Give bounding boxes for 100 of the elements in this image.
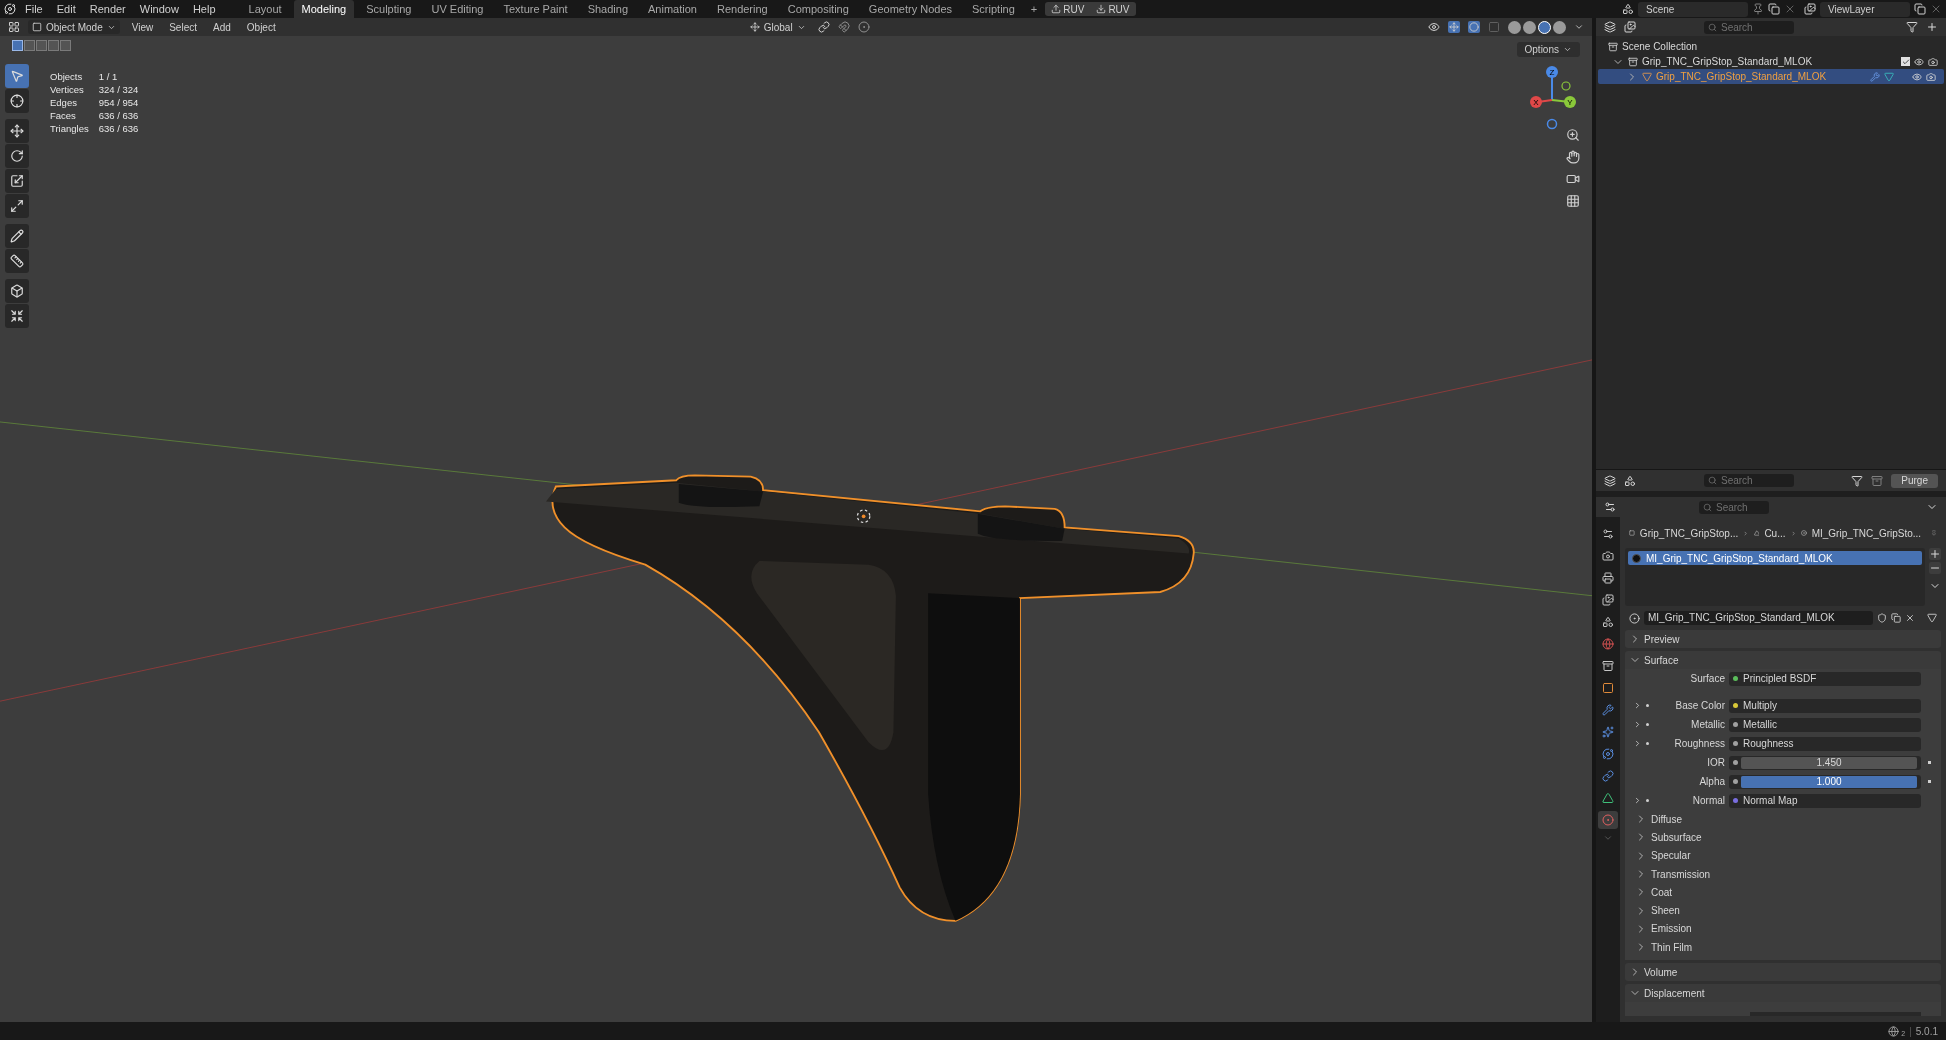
display-mode-icon[interactable] (1604, 21, 1616, 33)
fake-user-icon[interactable] (1877, 613, 1887, 623)
caret-icon[interactable] (1574, 22, 1584, 32)
panel-title[interactable]: Preview (1644, 631, 1680, 647)
workspace-tab[interactable]: Rendering (708, 0, 776, 18)
tool-button[interactable] (5, 89, 29, 113)
gizmo-toggle[interactable] (1448, 21, 1460, 33)
workspace-tab[interactable]: Texture Paint (495, 0, 576, 18)
options-dropdown[interactable]: Options (1516, 41, 1580, 57)
linked-node-field[interactable]: Multiply (1729, 698, 1921, 713)
new-view-layer-icon[interactable] (1914, 3, 1926, 15)
workspace-tab[interactable]: UV Editing (423, 0, 492, 18)
material-slot[interactable]: MI_Grip_TNC_GripStop_Standard_MLOK (1628, 551, 1922, 565)
menu-item[interactable]: Edit (51, 0, 81, 18)
workspace-tab[interactable]: Compositing (779, 0, 857, 18)
panel-title[interactable]: Displacement (1644, 985, 1705, 1001)
tool-button[interactable] (5, 249, 29, 273)
close-icon[interactable] (1784, 3, 1796, 15)
filter-icon[interactable] (1851, 474, 1864, 487)
pin-icon[interactable] (1752, 3, 1764, 15)
display-mode-icon[interactable] (1604, 474, 1616, 487)
select-mode-button[interactable] (60, 39, 71, 51)
editor-type-icon[interactable] (8, 21, 20, 33)
shading-mode-button[interactable] (1523, 20, 1536, 34)
purge-button[interactable]: Purge (1891, 473, 1938, 488)
subpanel-title[interactable]: Sheen (1651, 903, 1680, 919)
add-slot-icon[interactable] (1929, 548, 1941, 560)
workspace-tab[interactable]: Animation (640, 0, 705, 18)
new-collection-icon[interactable] (1926, 21, 1938, 33)
zoom-icon[interactable] (1566, 128, 1580, 142)
view-layer-icon[interactable] (1804, 3, 1816, 15)
grid-icon[interactable] (1566, 194, 1580, 208)
eye-icon[interactable] (1914, 56, 1924, 67)
select-mode-button[interactable] (12, 39, 23, 51)
scene-field[interactable]: Scene (1638, 1, 1748, 17)
subpanel-title[interactable]: Diffuse (1651, 811, 1682, 827)
material-name-field[interactable]: MI_Grip_TNC_GripStop_Standard_MLOK (1644, 611, 1873, 625)
outliner-row[interactable]: Grip_TNC_GripStop_Standard_MLOK (1598, 69, 1944, 84)
subpanel-title[interactable]: Subsurface (1651, 829, 1702, 845)
subpanel-title[interactable]: Coat (1651, 884, 1673, 900)
material-browse-icon[interactable] (1629, 612, 1640, 624)
tool-button[interactable] (5, 279, 29, 303)
link-mode-icon[interactable] (1927, 613, 1937, 623)
mode-dropdown[interactable]: Object Mode (28, 20, 120, 34)
new-scene-icon[interactable] (1768, 3, 1780, 15)
number-field[interactable]: 1.450 (1741, 756, 1917, 769)
shading-mode-button[interactable] (1553, 20, 1566, 34)
axis-gizmo-drawing[interactable]: X Y Z (1520, 62, 1584, 130)
upload-uv-button[interactable]: RUV (1045, 1, 1091, 17)
view-layer-field[interactable]: ViewLayer (1820, 1, 1910, 17)
breadcrumb-item[interactable]: Cu... (1764, 525, 1786, 541)
menu-item[interactable]: File (20, 0, 48, 18)
linked-node-field[interactable]: Principled BSDF (1729, 671, 1921, 686)
filter-icon[interactable] (1906, 21, 1918, 33)
remove-slot-icon[interactable] (1929, 562, 1941, 574)
viewport-menu[interactable]: View (127, 19, 158, 35)
proportional-edit-icon[interactable] (857, 21, 870, 33)
camera-view-icon[interactable] (1566, 172, 1580, 186)
linked-node-field[interactable]: Roughness (1729, 736, 1921, 751)
eye-icon[interactable] (1912, 71, 1922, 82)
breadcrumb-item[interactable]: MI_Grip_TNC_GripSto... (1811, 525, 1922, 541)
camera-icon[interactable] (1928, 56, 1938, 67)
hand-icon[interactable] (1566, 150, 1580, 164)
orientation-dropdown[interactable]: Global (745, 19, 810, 35)
menu-item[interactable]: Window (134, 0, 184, 18)
subpanel-title[interactable]: Thin Film (1651, 939, 1693, 955)
menu-item[interactable]: Render (84, 0, 131, 18)
viewport-menu[interactable]: Object (242, 19, 280, 35)
download-uv-button[interactable]: RUV (1090, 1, 1136, 17)
outliner-row[interactable]: Grip_TNC_GripStop_Standard_MLOK (1596, 54, 1946, 69)
workspace-tab[interactable]: Modeling (293, 0, 355, 18)
data-type-icon[interactable] (1624, 474, 1636, 487)
duplicate-icon[interactable] (1891, 613, 1901, 623)
unlink-icon[interactable] (1905, 613, 1915, 623)
tool-button[interactable] (5, 224, 29, 248)
workspace-tab[interactable]: Layout (240, 0, 290, 18)
tool-button[interactable] (5, 119, 29, 143)
viewport-menu[interactable]: Select (165, 19, 201, 35)
subpanel-title[interactable]: Specular (1651, 848, 1691, 864)
viewport-menu[interactable]: Add (209, 19, 235, 35)
camera-icon[interactable] (1926, 71, 1936, 82)
subpanel-title[interactable]: Emission (1651, 921, 1692, 937)
add-workspace-button[interactable]: + (1026, 0, 1042, 18)
overlays-toggle[interactable] (1468, 21, 1480, 33)
visibility-icon[interactable] (1428, 21, 1440, 33)
include-checkbox[interactable] (1901, 57, 1910, 66)
shading-mode-button[interactable] (1538, 20, 1551, 34)
shading-mode-button[interactable] (1508, 20, 1521, 34)
view-icon[interactable] (1624, 21, 1636, 33)
tool-button[interactable] (5, 304, 29, 328)
linked-node-field[interactable]: Metallic (1729, 717, 1921, 732)
app-logo-icon[interactable] (4, 3, 16, 15)
mesh-data-icon[interactable] (1884, 71, 1895, 82)
slider-field[interactable]: 1.000 (1741, 775, 1917, 788)
close-icon[interactable] (1930, 3, 1942, 15)
workspace-tab[interactable]: Scripting (964, 0, 1023, 18)
workspace-tab[interactable]: Geometry Nodes (860, 0, 960, 18)
tool-button[interactable] (5, 169, 29, 193)
panel-title[interactable]: Volume (1644, 964, 1678, 980)
select-mode-button[interactable] (48, 39, 59, 51)
